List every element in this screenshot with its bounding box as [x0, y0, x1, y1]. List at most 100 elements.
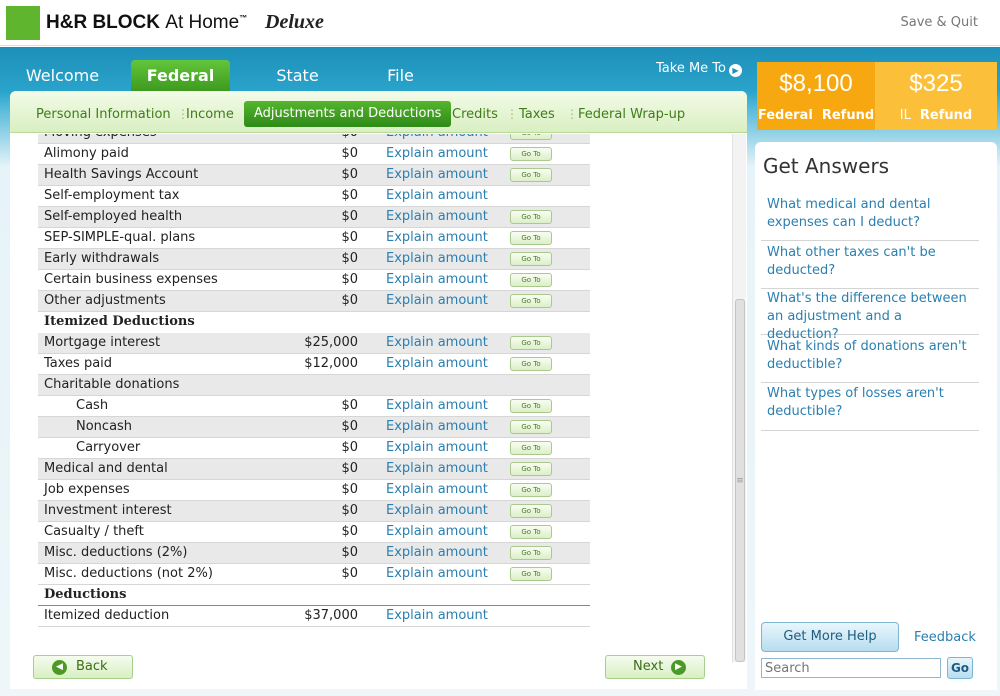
row-amount: $0 — [341, 398, 358, 413]
row-amount: $0 — [341, 209, 358, 224]
federal-refund-label: Federal — [757, 108, 813, 123]
deductions-table: Moving expenses$0Explain amountGo ToAlim… — [10, 134, 732, 639]
save-quit-link[interactable]: Save & Quit — [901, 15, 979, 30]
go-to-button[interactable]: Go To — [510, 420, 552, 434]
explain-amount-link[interactable]: Explain amount — [386, 354, 488, 374]
answer-question-link[interactable]: What medical and dental expenses can I d… — [761, 196, 979, 241]
row-amount: $0 — [341, 134, 358, 143]
table-row: Noncash $0 Explain amount Go To — [38, 417, 590, 438]
go-to-button[interactable]: Go To — [510, 252, 552, 266]
answer-question-link[interactable]: What's the difference between an adjustm… — [761, 290, 979, 342]
explain-amount-link[interactable]: Explain amount — [386, 501, 488, 521]
search-input[interactable] — [761, 658, 941, 678]
subtab-adjustments-deductions[interactable]: Adjustments and Deductions — [244, 101, 452, 127]
get-answers-panel: Get Answers What medical and dental expe… — [755, 142, 997, 690]
explain-amount-link[interactable]: Explain amount — [386, 522, 488, 542]
next-button[interactable]: Next ▶ — [605, 655, 705, 679]
explain-amount-link[interactable]: Explain amount — [386, 249, 488, 269]
explain-amount-link[interactable]: Explain amount — [386, 134, 488, 143]
tab-file[interactable]: File — [362, 60, 439, 91]
tab-state[interactable]: State — [246, 60, 349, 91]
go-to-button[interactable]: Go To — [510, 546, 552, 560]
row-label: Charitable donations — [44, 377, 180, 392]
row-amount: $0 — [341, 461, 358, 476]
go-to-button[interactable]: Go To — [510, 399, 552, 413]
go-to-button[interactable]: Go To — [510, 336, 552, 350]
go-to-button[interactable]: Go To — [510, 441, 552, 455]
explain-amount-link[interactable]: Explain amount — [386, 333, 488, 353]
go-to-button[interactable]: Go To — [510, 525, 552, 539]
explain-amount-link[interactable]: Explain amount — [386, 417, 488, 437]
next-arrow-icon: ▶ — [671, 660, 686, 675]
tab-federal[interactable]: Federal — [131, 60, 230, 91]
go-to-button[interactable]: Go To — [510, 168, 552, 182]
explain-amount-link[interactable]: Explain amount — [386, 270, 488, 290]
go-to-button[interactable]: Go To — [510, 567, 552, 581]
row-label: Noncash — [76, 419, 133, 434]
answer-question-link[interactable]: What types of losses aren't deductible? — [761, 385, 979, 431]
row-label: Taxes paid — [44, 356, 113, 371]
explain-amount-link[interactable]: Explain amount — [386, 564, 488, 584]
table-row: Health Savings Account $0 Explain amount Go… — [38, 165, 590, 186]
subtab-separator: ⋮ — [506, 107, 518, 121]
section-heading: Deductions — [38, 585, 590, 606]
subtab-credits[interactable]: Credits — [452, 105, 498, 125]
explain-amount-link[interactable]: Explain amount — [386, 480, 488, 500]
row-label: Carryover — [76, 440, 141, 455]
explain-amount-link[interactable]: Explain amount — [386, 165, 488, 185]
go-to-button[interactable]: Go To — [510, 462, 552, 476]
explain-amount-link[interactable]: Explain amount — [386, 186, 488, 206]
go-to-button[interactable]: Go To — [510, 273, 552, 287]
tab-welcome[interactable]: Welcome — [10, 60, 115, 91]
explain-amount-link[interactable]: Explain amount — [386, 291, 488, 311]
go-to-button[interactable]: Go To — [510, 147, 552, 161]
search-go-button[interactable]: Go — [947, 657, 973, 679]
subtab-taxes[interactable]: Taxes — [519, 105, 555, 125]
answer-question-link[interactable]: What kinds of donations aren't deductibl… — [761, 338, 979, 383]
explain-amount-link[interactable]: Explain amount — [386, 228, 488, 248]
go-to-button[interactable]: Go To — [510, 134, 552, 140]
trademark-mark: ™ — [239, 13, 248, 23]
feedback-link[interactable]: Feedback — [914, 630, 976, 645]
explain-amount-link[interactable]: Explain amount — [386, 543, 488, 563]
explain-amount-link[interactable]: Explain amount — [386, 606, 488, 626]
explain-amount-link[interactable]: Explain amount — [386, 459, 488, 479]
table-row: Charitable donations — [38, 375, 590, 396]
subtab-federal-wrap-up[interactable]: Federal Wrap-up — [578, 105, 685, 125]
answer-question-link[interactable]: What other taxes can't be deducted? — [761, 244, 979, 289]
back-button[interactable]: ◀ Back — [33, 655, 133, 679]
take-me-to-label: Take Me To — [656, 61, 726, 76]
explain-amount-link[interactable]: Explain amount — [386, 438, 488, 458]
go-to-button[interactable]: Go To — [510, 210, 552, 224]
take-me-to-link[interactable]: Take Me To ▶ — [656, 61, 742, 77]
table-row: Cash $0 Explain amount Go To — [38, 396, 590, 417]
row-label: Casualty / theft — [44, 524, 144, 539]
go-to-button[interactable]: Go To — [510, 483, 552, 497]
federal-refund-word: Refund — [821, 108, 875, 123]
section-heading-label: Itemized Deductions — [44, 314, 195, 329]
go-to-button[interactable]: Go To — [510, 504, 552, 518]
explain-amount-link[interactable]: Explain amount — [386, 396, 488, 416]
explain-amount-link[interactable]: Explain amount — [386, 144, 488, 164]
grip-icon: ≡ — [736, 476, 744, 486]
next-label: Next — [633, 659, 664, 674]
scrollbar-thumb[interactable]: ≡ — [735, 299, 745, 662]
table-row: Carryover $0 Explain amount Go To — [38, 438, 590, 459]
go-to-button[interactable]: Go To — [510, 231, 552, 245]
app-header: H&R BLOCK At Home™ Deluxe Save & Quit — [0, 0, 1000, 46]
row-amount: $0 — [341, 188, 358, 203]
explain-amount-link[interactable]: Explain amount — [386, 207, 488, 227]
row-label: Job expenses — [44, 482, 130, 497]
go-to-button[interactable]: Go To — [510, 294, 552, 308]
row-label: Alimony paid — [44, 146, 129, 161]
go-to-button[interactable]: Go To — [510, 357, 552, 371]
federal-refund-box: $8,100 Federal Refund — [757, 62, 875, 130]
table-row: Certain business expenses $0 Explain amoun… — [38, 270, 590, 291]
row-amount: $0 — [341, 482, 358, 497]
vertical-scrollbar[interactable]: ≡ — [732, 134, 746, 662]
brand-name-light: At Home — [165, 12, 240, 33]
get-more-help-button[interactable]: Get More Help — [761, 622, 899, 652]
subtab-income[interactable]: Income — [186, 105, 234, 125]
subtab-personal-information[interactable]: Personal Information — [36, 105, 171, 125]
row-label: Other adjustments — [44, 293, 166, 308]
